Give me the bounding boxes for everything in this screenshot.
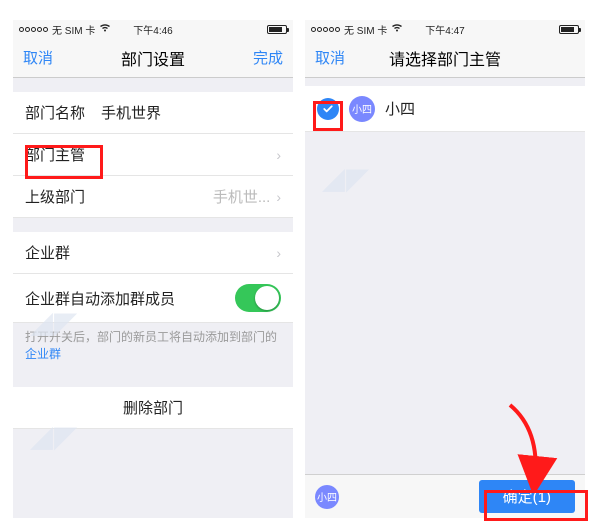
nav-bar: 取消 部门设置 完成 bbox=[13, 38, 293, 78]
left-screenshot: 无 SIM 卡 下午4:46 取消 部门设置 完成 部门名称 手机世界 部门主管… bbox=[13, 20, 293, 518]
parent-dept-label: 上级部门 bbox=[25, 186, 85, 207]
dept-name-value: 手机世界 bbox=[101, 102, 161, 123]
checkmark-icon[interactable] bbox=[317, 98, 339, 120]
dept-name-row[interactable]: 部门名称 手机世界 bbox=[13, 92, 293, 134]
hint-link[interactable]: 企业群 bbox=[25, 347, 61, 361]
delete-dept-label: 删除部门 bbox=[123, 397, 183, 418]
nav-bar: 取消 请选择部门主管 bbox=[305, 38, 585, 78]
enterprise-group-label: 企业群 bbox=[25, 242, 70, 263]
confirm-button[interactable]: 确定(1) bbox=[479, 480, 575, 513]
chevron-right-icon: › bbox=[276, 245, 281, 261]
parent-dept-row[interactable]: 上级部门 手机世... › bbox=[13, 176, 293, 218]
done-button[interactable]: 完成 bbox=[253, 47, 283, 68]
dept-manager-label: 部门主管 bbox=[25, 144, 85, 165]
auto-add-label: 企业群自动添加群成员 bbox=[25, 288, 175, 309]
auto-add-hint: 打开开关后，部门的新员工将自动添加到部门的企业群 bbox=[13, 323, 293, 373]
chevron-right-icon: › bbox=[276, 189, 281, 205]
status-bar: 无 SIM 卡 下午4:47 bbox=[305, 20, 585, 38]
carrier-label: 无 SIM 卡 bbox=[344, 22, 387, 37]
chevron-right-icon: › bbox=[276, 147, 281, 163]
watermark-icon: ◢◤ bbox=[323, 162, 370, 195]
status-bar: 无 SIM 卡 下午4:46 bbox=[13, 20, 293, 38]
avatar: 小四 bbox=[315, 485, 339, 509]
page-title: 部门设置 bbox=[13, 46, 293, 70]
dept-name-label: 部门名称 bbox=[25, 102, 85, 123]
carrier-label: 无 SIM 卡 bbox=[52, 22, 95, 37]
signal-dots-icon bbox=[311, 27, 340, 32]
avatar: 小四 bbox=[349, 96, 375, 122]
member-row[interactable]: 小四 小四 bbox=[305, 86, 585, 132]
delete-dept-row[interactable]: 删除部门 bbox=[13, 387, 293, 429]
dept-manager-row[interactable]: 部门主管 › bbox=[13, 134, 293, 176]
auto-add-switch[interactable] bbox=[235, 284, 281, 312]
battery-icon bbox=[559, 25, 579, 34]
footer-bar: 小四 确定(1) bbox=[305, 474, 585, 518]
battery-icon bbox=[267, 25, 287, 34]
wifi-icon bbox=[99, 23, 111, 35]
tutorial-canvas: 无 SIM 卡 下午4:46 取消 部门设置 完成 部门名称 手机世界 部门主管… bbox=[0, 0, 600, 519]
member-name-label: 小四 bbox=[385, 98, 415, 119]
parent-dept-value: 手机世... bbox=[213, 186, 271, 207]
cancel-button[interactable]: 取消 bbox=[315, 47, 345, 68]
right-screenshot: 无 SIM 卡 下午4:47 取消 请选择部门主管 小四 小四 ◢◤ bbox=[305, 20, 585, 518]
signal-dots-icon bbox=[19, 27, 48, 32]
page-title: 请选择部门主管 bbox=[305, 46, 585, 70]
enterprise-group-row[interactable]: 企业群 › bbox=[13, 232, 293, 274]
wifi-icon bbox=[391, 23, 403, 35]
cancel-button[interactable]: 取消 bbox=[23, 47, 53, 68]
auto-add-row: 企业群自动添加群成员 bbox=[13, 274, 293, 323]
